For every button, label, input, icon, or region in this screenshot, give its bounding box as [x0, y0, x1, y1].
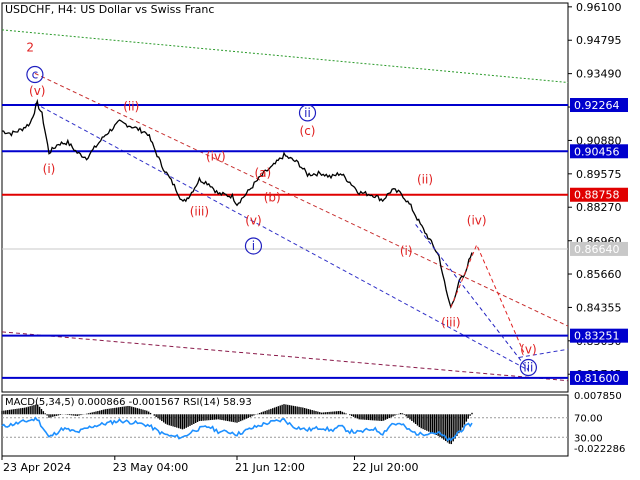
- wave-label: (b): [264, 190, 281, 204]
- wave-label: (v): [520, 343, 536, 357]
- price-tick-label: 0.93490: [576, 68, 622, 81]
- trend-line: [2, 29, 568, 83]
- level-price-label: 0.92264: [574, 99, 620, 112]
- forecast-path: [415, 224, 529, 371]
- price-series-line: [1, 98, 473, 309]
- price-tick-label: 0.89575: [576, 168, 622, 181]
- chart-header: USDCHF, H4: US Dollar vs Swiss Franc: [5, 3, 215, 16]
- price-tick-label: 0.94795: [576, 34, 622, 47]
- wave-label: (c): [300, 124, 316, 138]
- time-tick-label: 22 Jul 20:00: [353, 461, 419, 474]
- indicator-label: MACD(5,34,5) 0.000866 -0.001567 RSI(14) …: [5, 397, 252, 408]
- indicator-axis-label: 0.007850: [574, 391, 622, 402]
- wave-label: (ii): [123, 99, 139, 113]
- chart-canvas: 0.961000.947950.934900.921850.908800.895…: [1, 1, 628, 474]
- wave-label: (iii): [441, 316, 460, 330]
- wave-label: (v): [245, 213, 261, 227]
- level-price-label: 0.83251: [574, 330, 620, 343]
- wave-label: (iv): [467, 213, 487, 227]
- price-tick-label: 0.85660: [576, 268, 622, 281]
- wave-label: (ii): [417, 172, 433, 186]
- price-pane-frame: [1, 2, 569, 393]
- trend-line: [34, 102, 529, 371]
- wave-label: i: [252, 239, 255, 253]
- level-price-label: 0.90456: [574, 145, 620, 158]
- indicator-axis-label: 30.00: [574, 433, 603, 444]
- level-price-label: 0.81600: [574, 372, 620, 385]
- time-tick-label: 23 May 04:00: [113, 461, 188, 474]
- wave-label: (i): [43, 162, 56, 176]
- wave-label: (i): [400, 244, 413, 258]
- indicator-axis-label: -0.022286: [574, 444, 625, 455]
- wave-label: (iv): [206, 149, 226, 163]
- indicator-axis-label: 70.00: [574, 414, 603, 425]
- wave-label: 2: [26, 41, 34, 55]
- wave-label: c: [32, 67, 39, 81]
- price-tick-label: 0.88270: [576, 201, 622, 214]
- current-price-label: 0.86640: [574, 243, 620, 256]
- wave-label: iii: [523, 361, 533, 375]
- wave-label: (v): [29, 84, 45, 98]
- wave-label: (iii): [190, 204, 209, 218]
- time-tick-label: 21 Jun 12:00: [235, 461, 305, 474]
- level-price-label: 0.88758: [574, 189, 620, 202]
- wave-label: ii: [304, 106, 311, 120]
- trend-line: [2, 331, 568, 382]
- wave-label: (a): [254, 166, 271, 180]
- price-tick-label: 0.96100: [576, 1, 622, 14]
- price-tick-label: 0.84355: [576, 301, 622, 314]
- time-tick-label: 23 Apr 2024: [3, 461, 71, 474]
